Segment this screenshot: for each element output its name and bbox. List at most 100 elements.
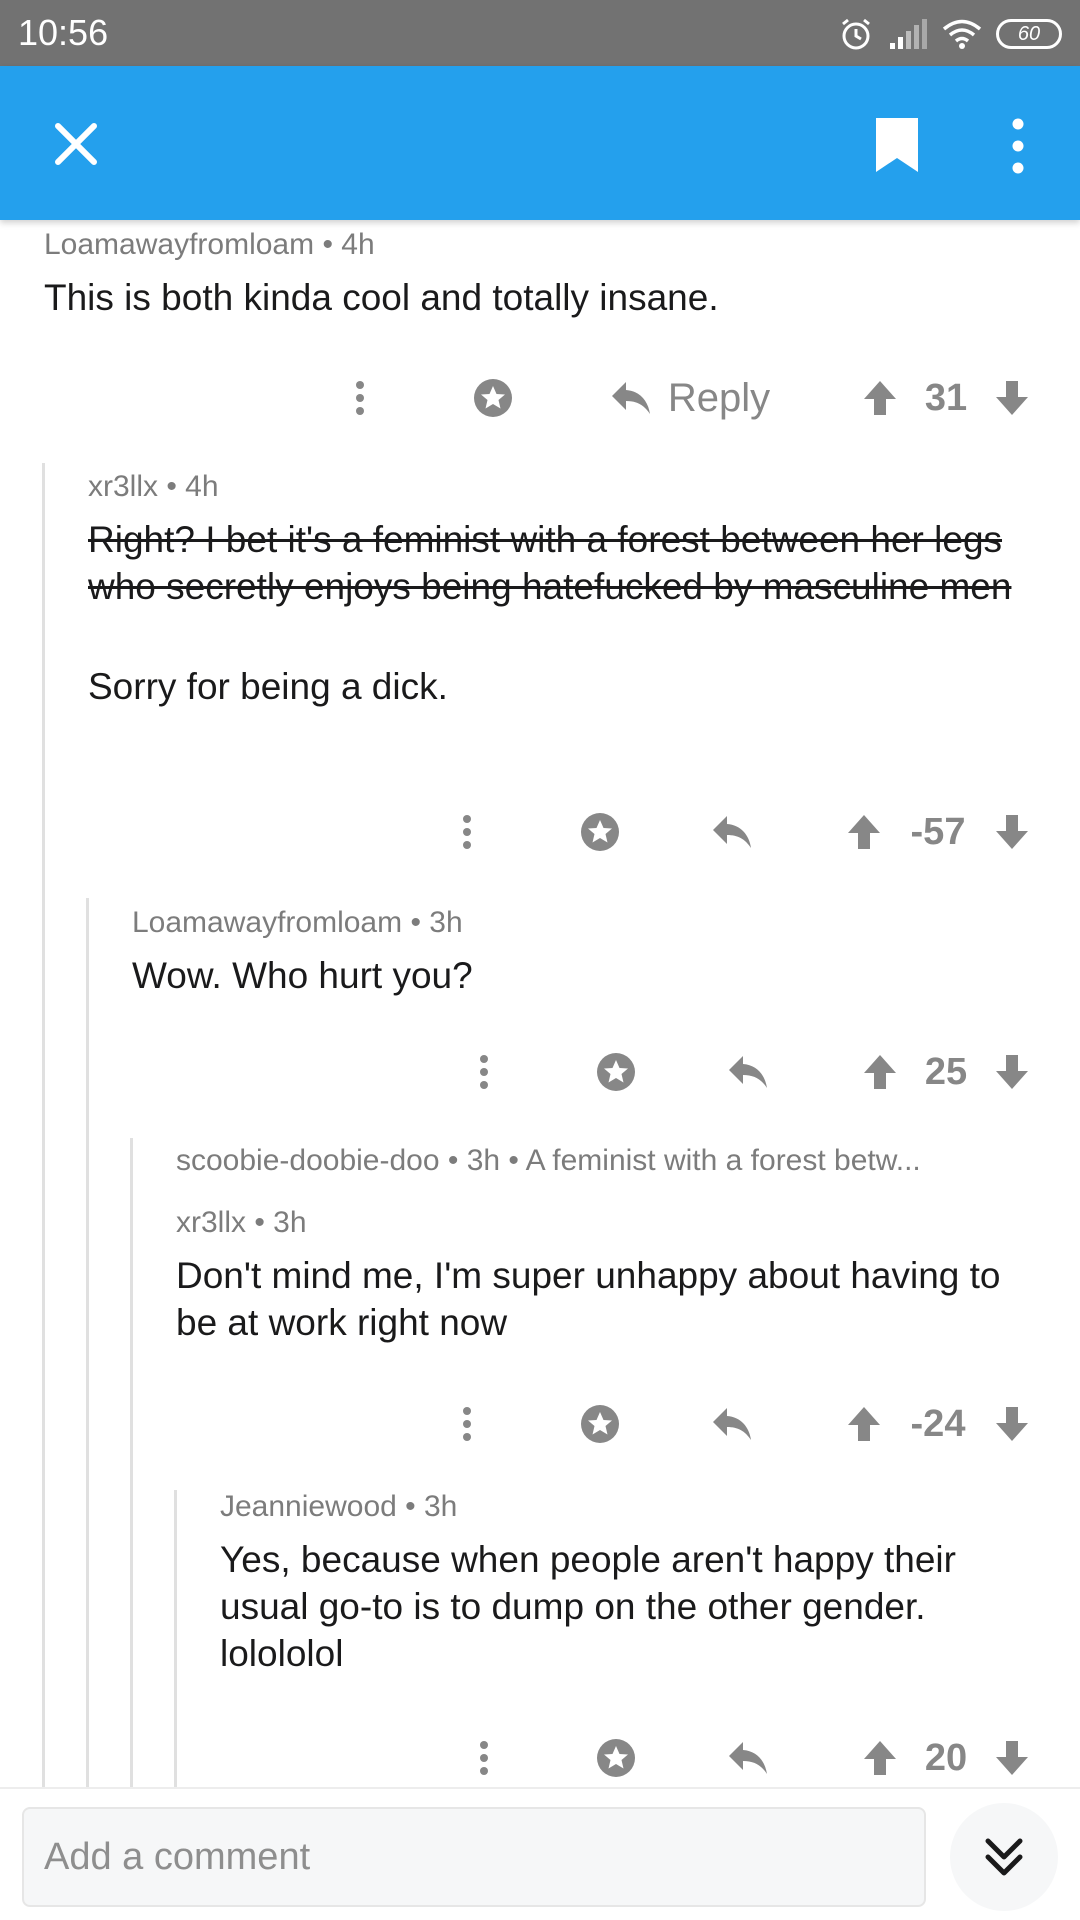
award-button[interactable] — [573, 1394, 627, 1454]
downvote-button[interactable] — [990, 368, 1034, 428]
upvote-icon — [864, 381, 896, 415]
comment-body: Yes, because when people aren't happy th… — [220, 1539, 956, 1674]
double-chevron-down-icon — [985, 1838, 1023, 1876]
reply-icon — [611, 382, 650, 414]
upvote-button[interactable] — [858, 1042, 902, 1102]
upvote-icon — [864, 1741, 896, 1775]
reply-icon — [729, 1056, 767, 1088]
score-value: 31 — [924, 376, 968, 419]
reply-button[interactable] — [724, 1728, 772, 1787]
downvote-button[interactable] — [990, 802, 1034, 862]
comment[interactable]: xr3llx • 4h Right? I bet it's a feminist… — [88, 470, 1028, 710]
award-button[interactable] — [589, 1728, 643, 1787]
comment[interactable]: Loamawayfromloam • 3h Wow. Who hurt you? — [132, 906, 1032, 999]
battery-level: 60 — [1017, 22, 1041, 45]
award-button[interactable] — [589, 1042, 643, 1102]
reply-button[interactable] — [708, 1394, 756, 1454]
more-vertical-icon — [480, 1741, 488, 1775]
award-button[interactable] — [573, 802, 627, 862]
comment-meta: Loamawayfromloam • 4h — [44, 228, 375, 261]
upvote-button[interactable] — [858, 1728, 902, 1787]
downvote-icon — [996, 1407, 1028, 1441]
status-time: 10:56 — [18, 12, 109, 53]
bookmark-icon[interactable] — [872, 114, 922, 176]
reply-icon — [713, 816, 751, 848]
thread-line-depth-2[interactable] — [86, 898, 89, 1787]
wifi-icon — [942, 19, 982, 49]
comment-body: Don't mind me, I'm super unhappy about h… — [176, 1255, 1001, 1343]
upvote-icon — [864, 1055, 896, 1089]
downvote-button[interactable] — [990, 1394, 1034, 1454]
downvote-icon — [996, 1055, 1028, 1089]
comment[interactable]: Jeanniewood • 3h Yes, because when peopl… — [220, 1490, 1050, 1677]
comment-meta: Jeanniewood • 3h — [220, 1490, 458, 1523]
upvote-button[interactable] — [842, 802, 886, 862]
reply-icon — [729, 1742, 767, 1774]
score-value: -24 — [910, 1402, 966, 1445]
more-vertical-icon[interactable] — [998, 116, 1038, 176]
upvote-button[interactable] — [842, 1394, 886, 1454]
comment-meta: Loamawayfromloam • 3h — [132, 906, 463, 939]
award-button[interactable] — [466, 368, 520, 428]
award-icon — [581, 1405, 619, 1443]
score: 25 — [908, 1042, 984, 1102]
more-options-button[interactable] — [447, 1394, 487, 1454]
score-value: 20 — [924, 1736, 968, 1779]
bottom-bar: Add a comment — [0, 1787, 1080, 1920]
more-options-button[interactable] — [447, 802, 487, 862]
comment-thread: Loamawayfromloam • 4h This is both kinda… — [0, 220, 1080, 1787]
score: 20 — [908, 1728, 984, 1787]
collapsed-comment[interactable]: scoobie-doobie-doo • 3h • A feminist wit… — [176, 1144, 1056, 1178]
comment-actions: -24 — [0, 1394, 1080, 1454]
comment-meta: xr3llx • 4h — [88, 470, 219, 503]
reply-button[interactable] — [724, 1042, 772, 1102]
upvote-icon — [848, 1407, 880, 1441]
thread-line-depth-3[interactable] — [130, 1138, 133, 1787]
more-vertical-icon — [463, 815, 471, 849]
score: -57 — [892, 802, 984, 862]
upvote-icon — [848, 815, 880, 849]
downvote-button[interactable] — [990, 1728, 1034, 1787]
score-value: 25 — [924, 1050, 968, 1093]
comment-meta: xr3llx • 3h — [176, 1206, 307, 1239]
award-icon — [474, 379, 512, 417]
reply-button[interactable]: Reply — [600, 368, 780, 428]
score: -24 — [892, 1394, 984, 1454]
close-icon[interactable] — [48, 116, 104, 172]
collapsed-comment-meta: scoobie-doobie-doo • 3h • A feminist wit… — [176, 1144, 921, 1177]
comment-body-struck: Right? I bet it's a feminist with a fore… — [88, 519, 1012, 607]
comment-actions: 20 — [0, 1728, 1080, 1787]
jump-to-next-button[interactable] — [950, 1803, 1058, 1911]
thread-line-depth-1[interactable] — [42, 463, 45, 1787]
upvote-button[interactable] — [858, 368, 902, 428]
add-comment-input[interactable]: Add a comment — [22, 1807, 926, 1907]
comment[interactable]: Loamawayfromloam • 4h This is both kinda… — [44, 228, 1044, 321]
comment-actions: 25 — [0, 1042, 1080, 1102]
downvote-button[interactable] — [990, 1042, 1034, 1102]
reply-label: Reply — [667, 375, 771, 420]
more-options-button[interactable] — [464, 1042, 504, 1102]
downvote-icon — [996, 1741, 1028, 1775]
app-bar — [0, 66, 1080, 220]
more-vertical-icon — [356, 381, 364, 415]
award-icon — [597, 1053, 635, 1091]
battery-icon: 60 — [996, 19, 1062, 49]
comment[interactable]: xr3llx • 3h Don't mind me, I'm super unh… — [176, 1206, 1036, 1346]
signal-icon — [890, 19, 927, 49]
add-comment-placeholder: Add a comment — [44, 1835, 311, 1878]
award-icon — [597, 1739, 635, 1777]
status-bar: 10:56 60 — [0, 0, 1080, 66]
status-icons: 60 — [838, 14, 1062, 54]
award-icon — [581, 813, 619, 851]
more-vertical-icon — [463, 1407, 471, 1441]
score-value: -57 — [910, 810, 966, 853]
comment-body: Wow. Who hurt you? — [132, 955, 473, 996]
downvote-icon — [996, 381, 1028, 415]
comment-actions: Reply 31 — [0, 368, 1080, 428]
reply-button[interactable] — [708, 802, 756, 862]
more-options-button[interactable] — [340, 368, 380, 428]
more-options-button[interactable] — [464, 1728, 504, 1787]
alarm-icon — [842, 18, 870, 50]
downvote-icon — [996, 815, 1028, 849]
comment-actions: -57 — [0, 802, 1080, 862]
